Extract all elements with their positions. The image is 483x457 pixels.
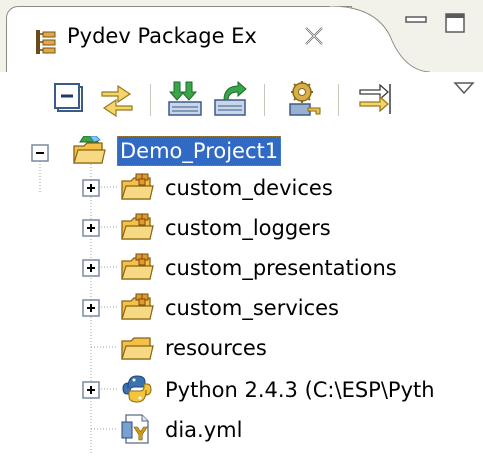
package-tree: Demo_Project1 custom_devices custom_logg… xyxy=(0,130,483,457)
tree-row-folder[interactable]: resources xyxy=(0,330,483,368)
tree-row-package[interactable]: custom_services xyxy=(0,290,483,328)
close-icon[interactable] xyxy=(303,25,325,47)
tree-label-package[interactable]: custom_devices xyxy=(162,173,336,203)
tree-row-package[interactable]: custom_devices xyxy=(0,170,483,208)
package-explorer-icon xyxy=(36,30,56,54)
tree-row-file[interactable]: Y dia.yml xyxy=(0,412,483,450)
svg-text:Y: Y xyxy=(133,424,148,444)
expand-toggle-icon[interactable] xyxy=(82,219,100,237)
tree-label-interpreter[interactable]: Python 2.4.3 (C:\ESP\Pyth xyxy=(162,375,438,405)
export-icon[interactable] xyxy=(212,80,250,118)
tree-label-file[interactable]: dia.yml xyxy=(162,415,245,445)
link-arrows-icon[interactable] xyxy=(98,80,136,118)
tree-row-project[interactable]: Demo_Project1 xyxy=(0,134,483,172)
package-folder-icon xyxy=(121,293,154,320)
tree-row-package[interactable]: custom_presentations xyxy=(0,250,483,288)
view-toolbar xyxy=(0,72,483,130)
view-tab-title: Pydev Package Ex xyxy=(67,24,257,48)
toolbar-separator xyxy=(264,84,265,116)
collapse-all-icon[interactable] xyxy=(52,80,90,118)
package-explorer-view: Pydev Package Ex Demo_Project1 custom_de… xyxy=(0,0,483,457)
expand-toggle-icon[interactable] xyxy=(82,259,100,277)
tree-label-project[interactable]: Demo_Project1 xyxy=(117,136,282,166)
package-folder-icon xyxy=(121,253,154,280)
collapse-toggle-icon[interactable] xyxy=(31,144,49,162)
tree-label-package[interactable]: custom_services xyxy=(162,293,342,323)
tree-label-folder[interactable]: resources xyxy=(162,333,270,363)
project-folder-icon xyxy=(73,136,106,164)
expand-toggle-icon[interactable] xyxy=(82,381,100,399)
expand-toggle-icon[interactable] xyxy=(82,179,100,197)
import-icon[interactable] xyxy=(166,80,204,118)
toolbar-separator xyxy=(150,84,151,116)
gear-key-icon[interactable] xyxy=(286,80,324,118)
python-icon xyxy=(122,375,152,403)
package-folder-icon xyxy=(121,173,154,200)
view-tab[interactable]: Pydev Package Ex xyxy=(6,6,352,72)
tree-row-interpreter[interactable]: Python 2.4.3 (C:\ESP\Pyth xyxy=(0,372,483,410)
maximize-icon[interactable] xyxy=(444,12,466,34)
tree-label-package[interactable]: custom_loggers xyxy=(162,213,334,243)
package-folder-icon xyxy=(121,213,154,240)
chevron-down-icon[interactable] xyxy=(452,80,476,96)
minimize-icon[interactable] xyxy=(404,12,428,28)
tree-row-package[interactable]: custom_loggers xyxy=(0,210,483,248)
yaml-file-icon: Y xyxy=(121,414,149,444)
toolbar-separator xyxy=(338,84,339,116)
expand-toggle-icon[interactable] xyxy=(82,299,100,317)
filter-arrows-icon[interactable] xyxy=(356,80,394,118)
view-tab-strip: Pydev Package Ex xyxy=(0,0,483,73)
tree-label-package[interactable]: custom_presentations xyxy=(162,253,400,283)
folder-icon xyxy=(121,337,154,360)
